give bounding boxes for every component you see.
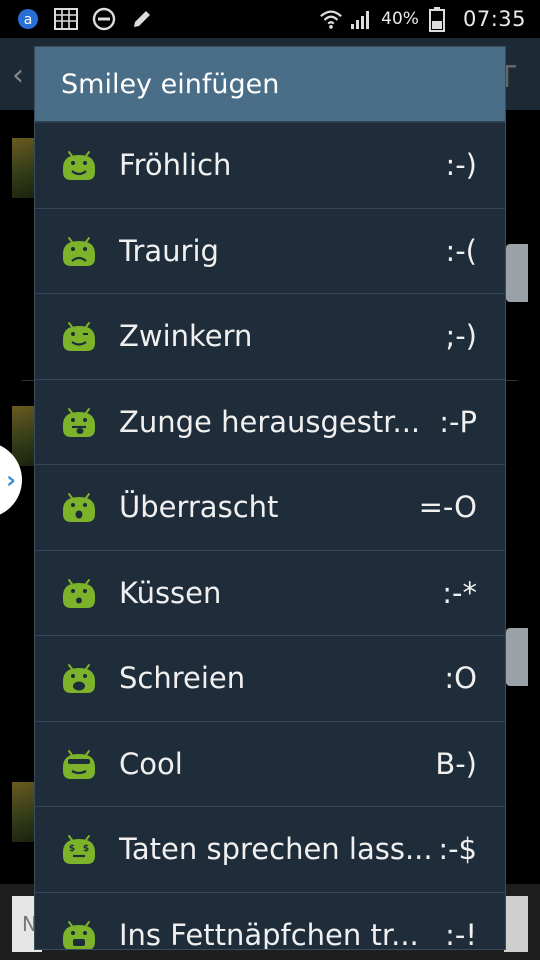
wifi-icon [319, 7, 343, 31]
svg-text:$: $ [83, 844, 89, 854]
background-send-button [504, 896, 528, 952]
smiley-code: B-) [435, 746, 477, 781]
smiley-code: :-! [445, 917, 477, 950]
happy-android-icon [59, 148, 99, 182]
smiley-label: Überrascht [119, 490, 279, 525]
smiley-label: Ins Fettnäpfchen tr... [119, 917, 419, 950]
smiley-code: =-O [418, 490, 477, 525]
status-right: 40% 07:35 [319, 7, 526, 32]
smiley-code: :-P [439, 404, 477, 439]
smiley-item[interactable]: Zwinkern ;-) [35, 294, 505, 380]
status-time: 07:35 [462, 7, 526, 31]
sad-android-icon [59, 234, 99, 268]
grid-icon [54, 7, 78, 31]
background-avatar [506, 628, 528, 686]
surprised-android-icon [59, 490, 99, 524]
svg-text:$: $ [69, 844, 75, 854]
smiley-label: Taten sprechen lass... [119, 832, 433, 867]
kiss-android-icon [59, 576, 99, 610]
smiley-code: :-* [442, 575, 477, 610]
smiley-code: :O [444, 661, 477, 696]
smiley-label: Küssen [119, 575, 222, 610]
smiley-label: Schreien [119, 661, 246, 696]
smiley-label: Fröhlich [119, 148, 232, 183]
insert-smiley-dialog: Smiley einfügen Fröhlich :-) Traurig :-( Zwi… [34, 46, 506, 950]
battery-percent: 40% [381, 9, 419, 29]
do-not-disturb-icon [92, 7, 116, 31]
background-avatar [506, 244, 528, 302]
smiley-item[interactable]: Cool B-) [35, 722, 505, 807]
smiley-code: :-) [445, 148, 477, 183]
smiley-code: :-$ [438, 832, 477, 867]
smiley-label: Zwinkern [119, 319, 253, 354]
money-android-icon: $ $ [59, 832, 99, 866]
cool-android-icon [59, 747, 99, 781]
smiley-item[interactable]: Fröhlich :-) [35, 123, 505, 209]
status-bar: a 40% 07:35 [0, 0, 540, 38]
smiley-item[interactable]: Traurig :-( [35, 209, 505, 294]
yell-android-icon [59, 661, 99, 695]
smiley-item[interactable]: Küssen :-* [35, 551, 505, 636]
back-arrow-icon: ‹ [12, 58, 24, 93]
dialog-title: Smiley einfügen [35, 47, 505, 123]
battery-icon [425, 7, 449, 32]
smiley-code: ;-) [445, 319, 477, 354]
signal-icon [349, 7, 373, 31]
smiley-code: :-( [445, 233, 477, 268]
pen-icon [130, 7, 154, 31]
tongue-android-icon [59, 405, 99, 439]
smiley-item[interactable]: Überrascht =-O [35, 465, 505, 551]
smiley-item[interactable]: Schreien :O [35, 636, 505, 722]
smiley-label: Cool [119, 746, 183, 781]
smiley-item[interactable]: Ins Fettnäpfchen tr... :-! [35, 893, 505, 950]
status-left: a [16, 7, 154, 31]
app-a-icon: a [16, 7, 40, 31]
foot-in-mouth-android-icon [59, 918, 99, 949]
smiley-label: Traurig [119, 233, 219, 268]
smiley-label: Zunge herausgestr... [119, 404, 421, 439]
svg-text:a: a [24, 12, 33, 28]
smiley-list: Fröhlich :-) Traurig :-( Zwinkern ;-) Zunge he… [35, 123, 505, 950]
smiley-item[interactable]: $ $ Taten sprechen lass...:-$ [35, 807, 505, 893]
wink-android-icon [59, 319, 99, 353]
smiley-item[interactable]: Zunge herausgestr... :-P [35, 380, 505, 465]
